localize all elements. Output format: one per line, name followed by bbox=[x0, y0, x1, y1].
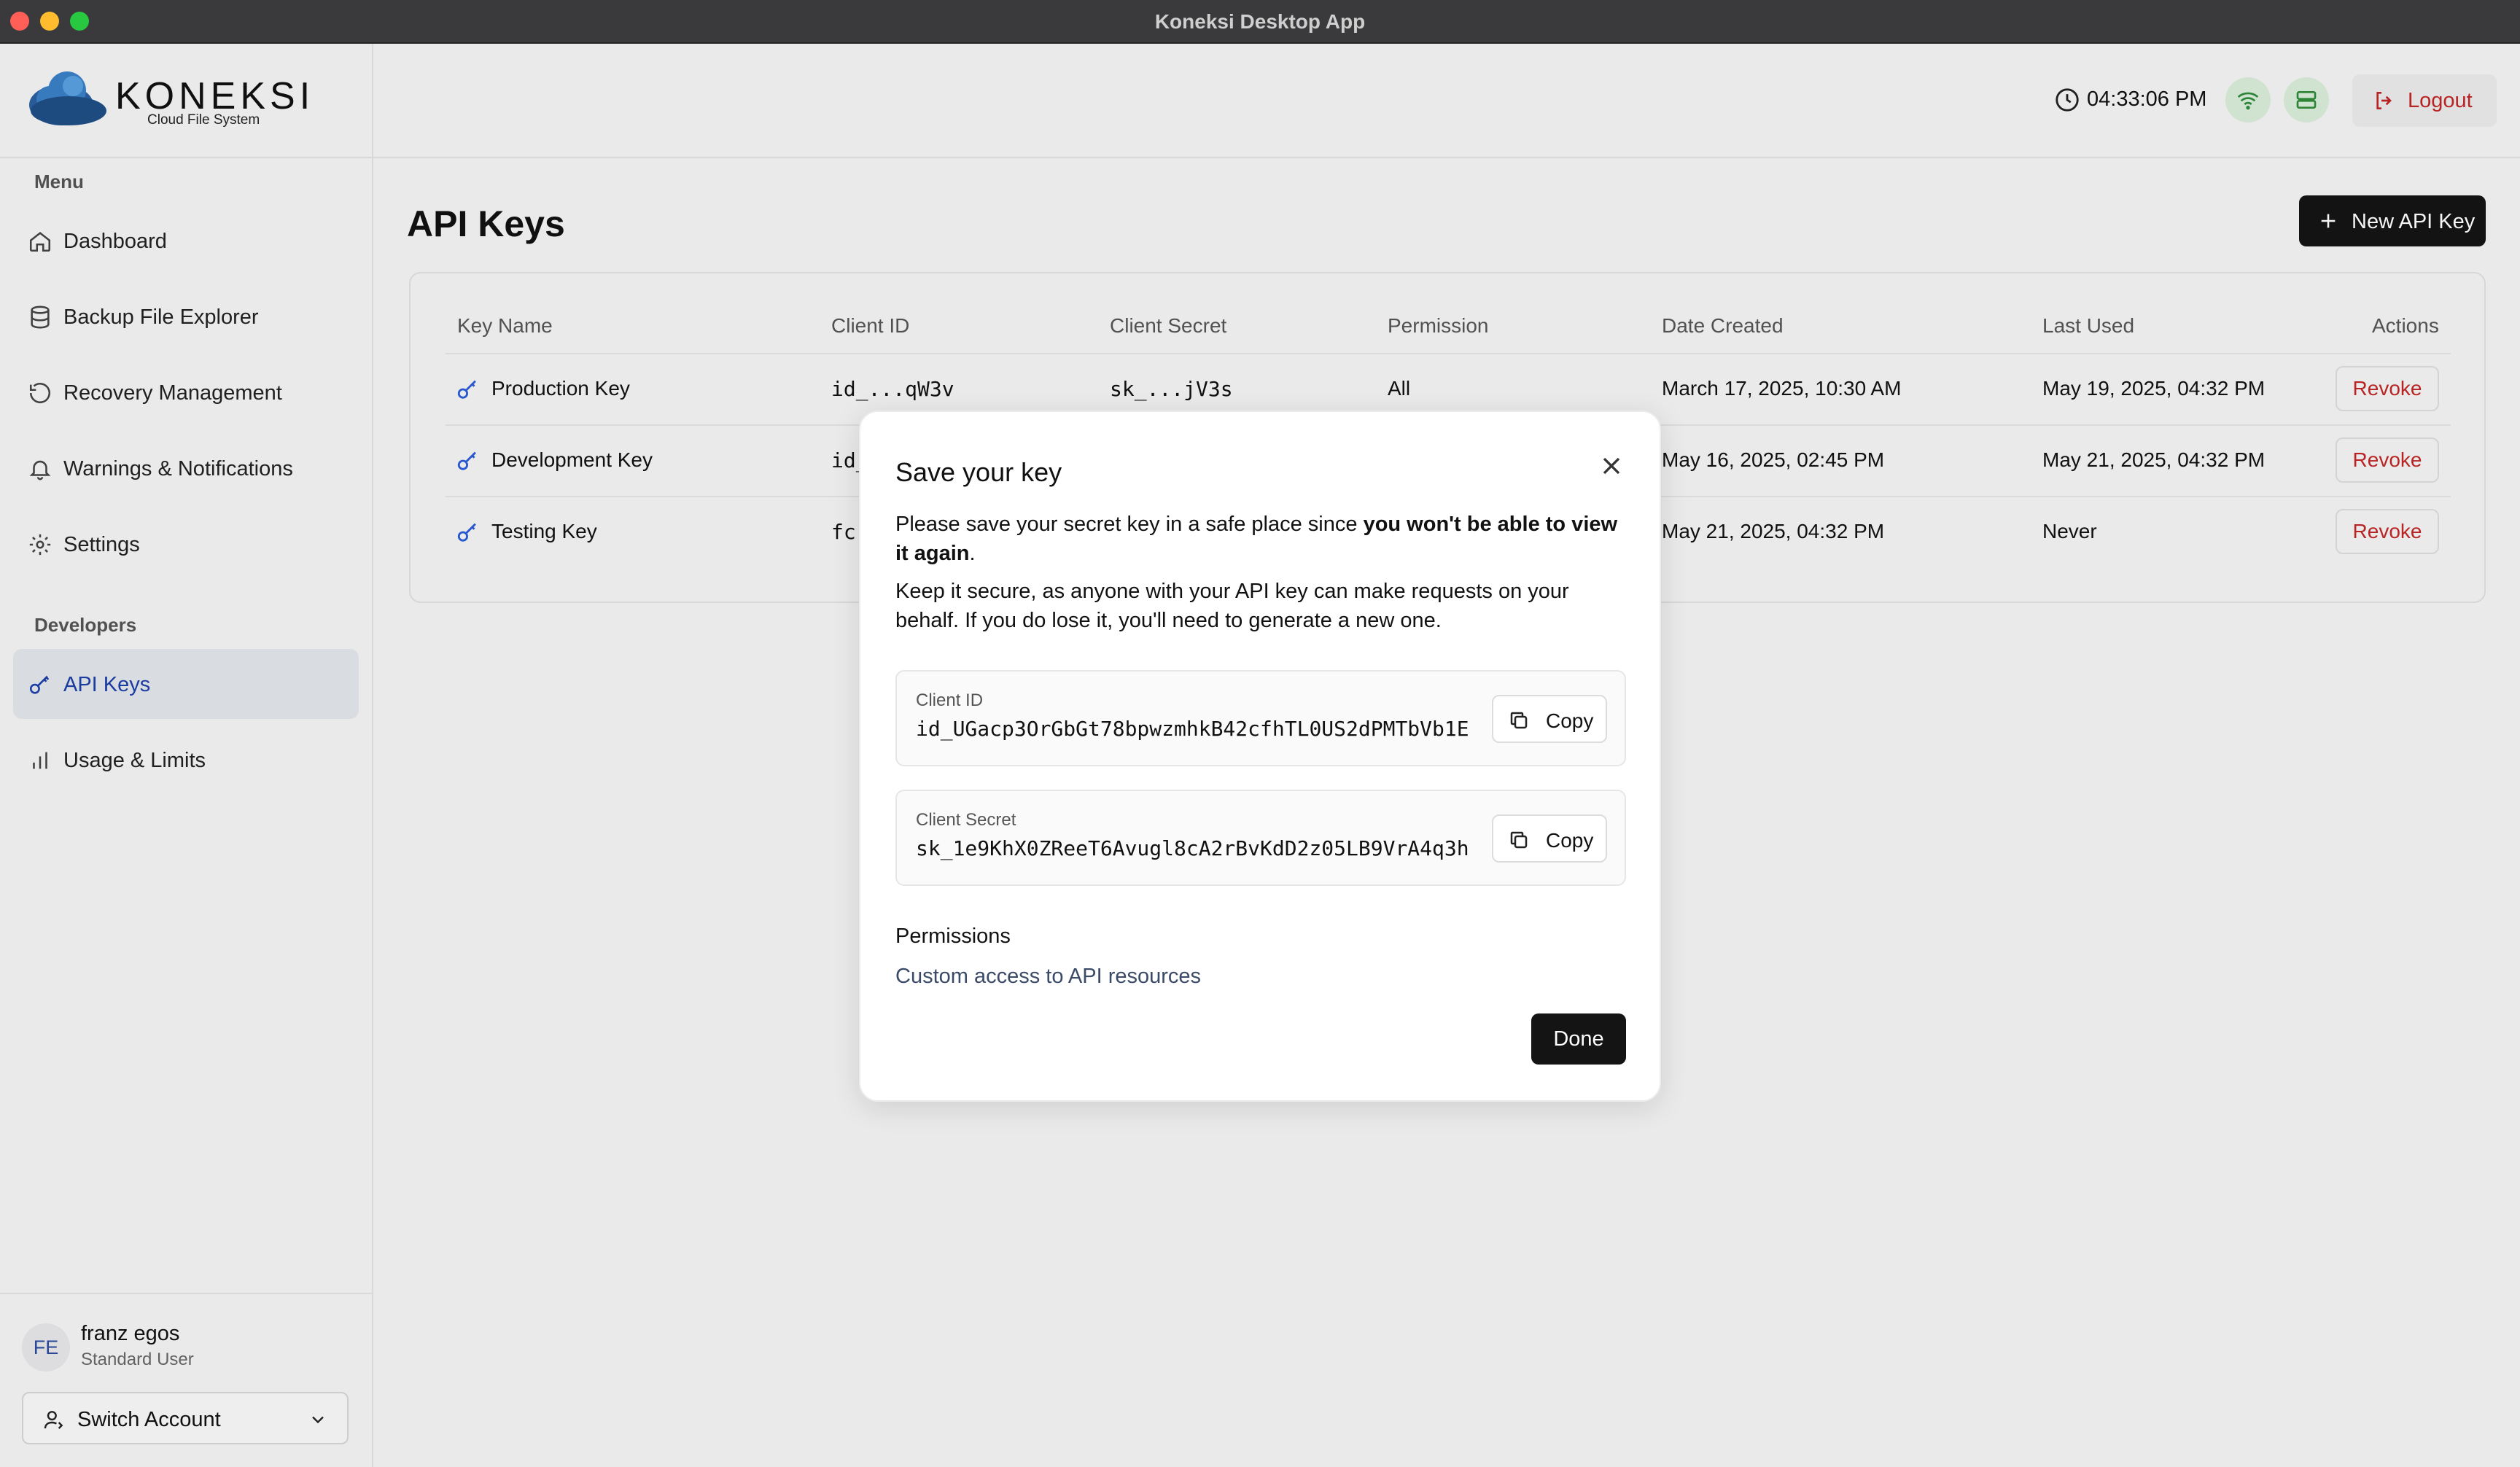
copy-label: Copy bbox=[1546, 829, 1594, 852]
client-id-label: Client ID bbox=[916, 690, 984, 710]
client-id-box: Client ID id_UGacp3OrGbGt78bpwzmhkB42cfh… bbox=[895, 670, 1626, 766]
warning-text-end: . bbox=[969, 542, 976, 565]
permissions-title: Permissions bbox=[895, 925, 1011, 948]
dialog-security-text: Keep it secure, as anyone with your API … bbox=[895, 580, 1569, 632]
client-secret-value[interactable]: sk_1e9KhX0ZReeT6Avugl8cA2rBvKdD2z05LB9Vr… bbox=[916, 836, 1469, 860]
client-secret-box: Client Secret sk_1e9KhX0ZReeT6Avugl8cA2r… bbox=[895, 790, 1626, 886]
copy-icon bbox=[1510, 712, 1528, 729]
done-button[interactable]: Done bbox=[1531, 1013, 1626, 1065]
window-title: Koneksi Desktop App bbox=[1154, 10, 1366, 33]
copy-client-id-button[interactable]: Copy bbox=[1492, 695, 1607, 743]
warning-text-normal: Please save your secret key in a safe pl… bbox=[895, 513, 1364, 536]
save-key-dialog: Save your key Please save your secret ke… bbox=[859, 410, 1661, 1102]
dialog-warning-text: Please save your secret key in a safe pl… bbox=[895, 510, 1632, 568]
copy-label: Copy bbox=[1546, 709, 1594, 732]
dialog-title: Save your key bbox=[895, 457, 1062, 487]
client-secret-label: Client Secret bbox=[916, 810, 1016, 830]
copy-client-secret-button[interactable]: Copy bbox=[1492, 814, 1607, 863]
client-id-value[interactable]: id_UGacp3OrGbGt78bpwzmhkB42cfhTL0US2dPMT… bbox=[916, 717, 1469, 741]
window-titlebar: Koneksi Desktop App bbox=[0, 0, 2520, 44]
copy-icon bbox=[1510, 831, 1528, 849]
permissions-description: Custom access to API resources bbox=[895, 965, 1202, 988]
close-icon[interactable] bbox=[1597, 451, 1626, 480]
